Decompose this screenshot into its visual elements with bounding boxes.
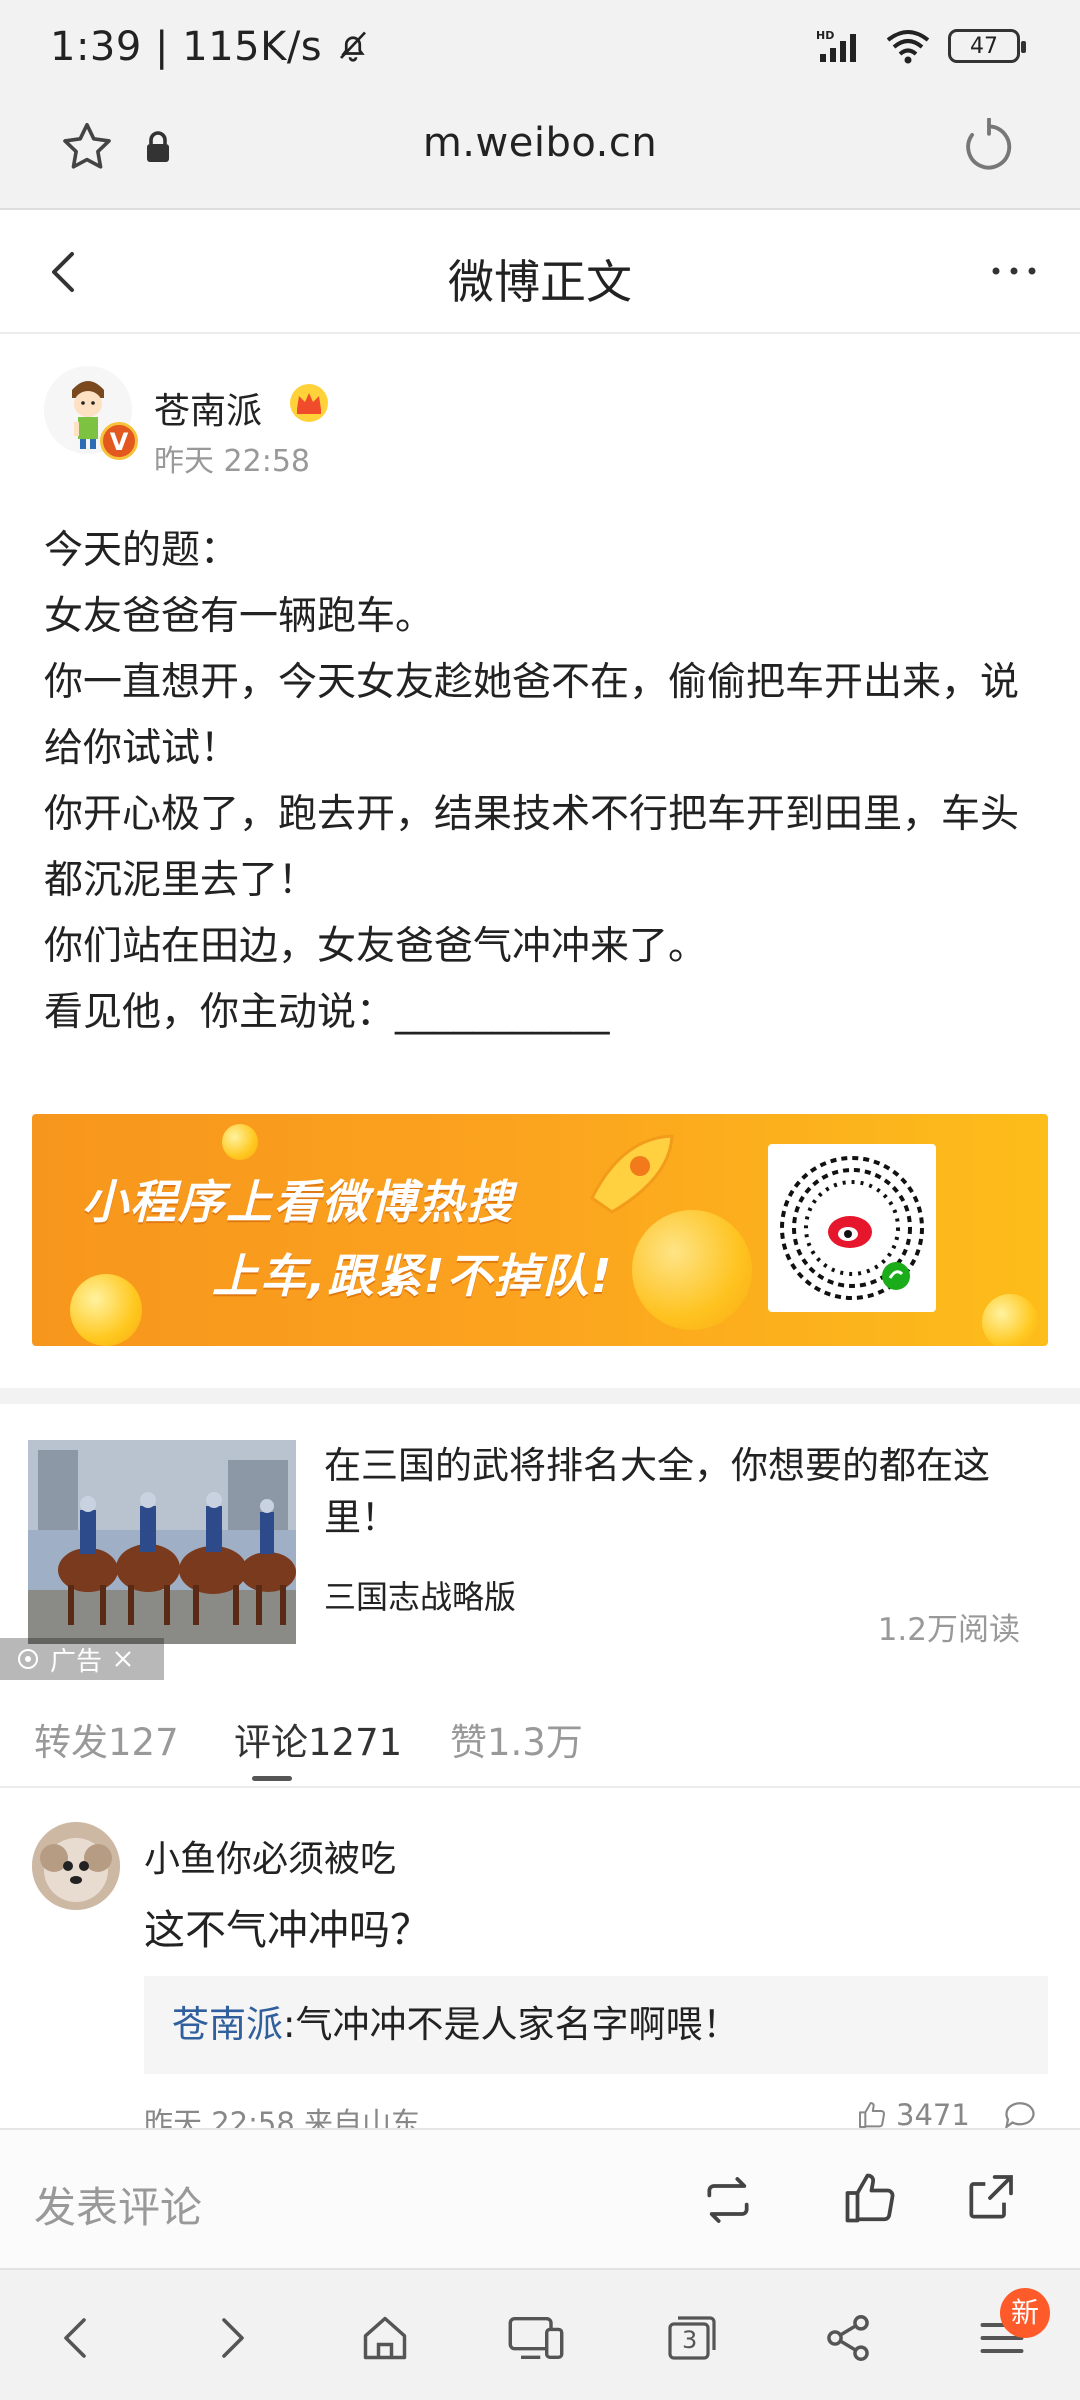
post-line: 看见他，你主动说：___________ — [44, 990, 610, 1035]
url-text[interactable]: m.weibo.cn — [0, 120, 1080, 166]
ad-read-count: 1.2万阅读 — [877, 1612, 1020, 1648]
like-icon[interactable] — [840, 2168, 900, 2228]
post-tabs: 转发127 评论1271 赞1.3万 — [0, 1684, 1080, 1788]
status-bar: 1:39 | 115K/s HD 47 — [0, 0, 1080, 96]
share-out-icon[interactable] — [962, 2170, 1018, 2226]
status-separator: | — [155, 24, 170, 70]
signal-icon: HD — [816, 29, 856, 62]
tab-likes[interactable]: 赞1.3万 — [450, 1712, 583, 1766]
reply-author[interactable]: 苍南派 — [172, 2003, 283, 2046]
commenter-avatar[interactable] — [32, 1822, 120, 1910]
post-body: 今天的题： 女友爸爸有一辆跑车。 你一直想开，今天女友趁她爸不在，偷偷把车开出来… — [44, 518, 1034, 1046]
qr-code-icon — [780, 1156, 924, 1300]
comment-action-bar: 发表评论 — [0, 2128, 1080, 2268]
banner-subline: 上车,跟紧!不掉队! — [212, 1249, 614, 1303]
decor-bubble — [632, 1210, 752, 1330]
qr-code — [768, 1144, 936, 1312]
ad-image[interactable] — [28, 1440, 296, 1644]
thumbs-up-icon — [859, 2102, 885, 2128]
bell-muted-icon — [340, 31, 367, 62]
browser-url-bar: m.weibo.cn — [0, 96, 1080, 210]
post-author: V 苍南派 昨天 22:58 — [44, 360, 1034, 480]
ad-title[interactable]: 在三国的武将排名大全，你想要的都在这里！ — [324, 1440, 1044, 1544]
post-line: 你开心极了，跑去开，结果技术不行把车开到田里，车头都沉泥里去了！ — [44, 792, 1020, 903]
post-timestamp: 昨天 22:58 — [154, 444, 310, 479]
tabs-button[interactable]: 3 — [664, 2312, 720, 2364]
page-header: 微博正文 — [0, 210, 1080, 334]
verified-badge: V — [100, 422, 138, 460]
clock-text: 1:39 — [50, 24, 142, 70]
rocket-icon — [590, 1134, 674, 1214]
tab-comments[interactable]: 评论1271 — [234, 1712, 402, 1766]
decor-bubble — [982, 1294, 1038, 1346]
post-line: 你一直想开，今天女友趁她爸不在，偷偷把车开出来，说给你试试！ — [44, 660, 1020, 771]
puppy-avatar-icon — [32, 1822, 120, 1910]
reload-icon[interactable] — [960, 118, 1018, 176]
page-title: 微博正文 — [448, 255, 632, 309]
multi-device-icon[interactable] — [506, 2312, 566, 2364]
reply-bubble-icon[interactable] — [1002, 2098, 1038, 2132]
mini-program-banner[interactable]: 小程序上看微博热搜 上车,跟紧!不掉队! — [32, 1114, 1048, 1346]
comment-input[interactable]: 发表评论 — [34, 2174, 202, 2235]
network-speed: 115K/s — [182, 24, 323, 70]
cavalry-image-icon — [28, 1440, 296, 1644]
commenter-name[interactable]: 小鱼你必须被吃 — [144, 1830, 396, 1882]
tab-reposts[interactable]: 转发127 — [34, 1712, 179, 1766]
sponsored-card[interactable]: 在三国的武将排名大全，你想要的都在这里！ 三国志战略版 1.2万阅读 广告 — [0, 1404, 1080, 1684]
new-badge: 新 — [1000, 2288, 1050, 2338]
active-tab-indicator — [252, 1776, 292, 1781]
battery-icon: 47 — [948, 29, 1026, 63]
author-name[interactable]: 苍南派 — [154, 382, 262, 434]
network-type: HD — [816, 29, 834, 42]
close-icon[interactable] — [112, 1648, 134, 1670]
tab-count: 3 — [682, 2326, 698, 2354]
wifi-icon — [886, 30, 930, 64]
more-options-icon[interactable] — [984, 246, 1044, 296]
decor-bubble — [70, 1274, 142, 1346]
decor-bubble — [222, 1124, 258, 1160]
ad-info-icon — [18, 1649, 38, 1669]
status-time: 1:39 | 115K/s — [50, 24, 371, 70]
battery-level: 47 — [970, 33, 998, 59]
post-line: 你们站在田边，女友爸爸气冲冲来了。 — [44, 924, 708, 969]
post-line: 今天的题： — [44, 528, 240, 573]
crown-icon — [290, 384, 328, 422]
repost-icon[interactable] — [700, 2172, 756, 2228]
ad-source: 三国志战略版 — [324, 1578, 517, 1616]
reply-text: :气冲冲不是人家名字啊喂！ — [283, 2003, 740, 2046]
comment-text: 这不气冲冲吗？ — [144, 1906, 431, 1954]
comment-like-count: 3471 — [896, 2098, 970, 2132]
comment-item: 小鱼你必须被吃 这不气冲冲吗？ 苍南派:气冲冲不是人家名字啊喂！ 昨天 22:5… — [0, 1808, 1080, 2140]
banner-headline: 小程序上看微博热搜 — [82, 1175, 514, 1229]
post-line: 女友爸爸有一辆跑车。 — [44, 594, 435, 639]
share-icon[interactable] — [822, 2312, 874, 2364]
ad-badge[interactable]: 广告 — [0, 1638, 164, 1680]
comment-reply-preview[interactable]: 苍南派:气冲冲不是人家名字啊喂！ — [144, 1976, 1048, 2074]
comment-like-button[interactable]: 3471 — [856, 2098, 970, 2132]
browser-back-icon[interactable] — [52, 2312, 100, 2364]
browser-bottom-nav: 3 新 — [0, 2268, 1080, 2400]
ad-label: 广告 — [50, 1646, 103, 1677]
browser-forward-icon[interactable] — [208, 2312, 256, 2364]
section-divider — [0, 1388, 1080, 1404]
home-icon[interactable] — [358, 2312, 412, 2364]
